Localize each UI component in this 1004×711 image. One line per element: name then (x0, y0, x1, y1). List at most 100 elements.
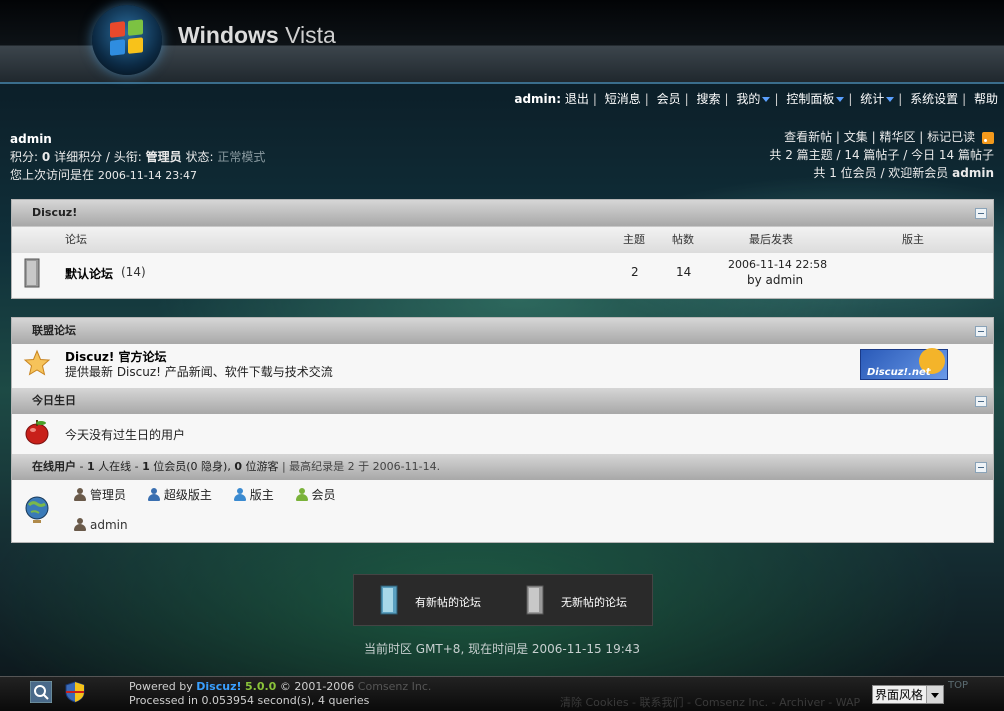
online-username-link[interactable]: admin (90, 518, 128, 532)
forum-panel-title[interactable]: Discuz! (32, 206, 77, 219)
site-logo-text[interactable]: Windows Vista (178, 22, 336, 49)
forum-row: 默认论坛 (14) 2 14 2006-11-14 22:58 by admin (12, 253, 993, 297)
discuz-brand-link[interactable]: Discuz! (196, 680, 241, 693)
chevron-down-icon[interactable] (926, 686, 943, 703)
control-panel-dropdown-icon[interactable] (836, 97, 845, 102)
member-summary: 共 1 位会员 / 欢迎新会员 (813, 166, 949, 180)
search-magnifier-icon[interactable] (29, 680, 53, 704)
online-mid: 人在线 - (98, 460, 143, 473)
birthday-text: 今天没有过生日的用户 (65, 428, 186, 442)
top-link[interactable]: TOP (948, 680, 968, 691)
league-panel-title: 联盟论坛 (32, 324, 76, 337)
globe-icon (23, 495, 51, 528)
newest-member-link[interactable]: admin (952, 166, 994, 180)
nav-search[interactable]: 搜索 (697, 92, 721, 106)
collapse-icon[interactable] (975, 462, 987, 473)
rss-icon[interactable] (982, 131, 994, 144)
view-new-posts-link[interactable]: 查看新帖 (784, 130, 832, 144)
collapse-icon[interactable] (975, 396, 987, 407)
online-record: | 最高纪录是 2 于 2006-11-14. (281, 460, 441, 473)
collapse-icon[interactable] (975, 208, 987, 219)
forum-door-icon (24, 258, 40, 288)
collapse-icon[interactable] (975, 326, 987, 337)
nav-logout[interactable]: 退出 (565, 92, 589, 106)
birthday-row: 今天没有过生日的用户 (12, 414, 993, 454)
online-end: 位游客 (245, 460, 279, 473)
processed-time: Processed in 0.053954 second(s), 4 queri… (129, 694, 370, 707)
title-value: 管理员 (145, 150, 182, 164)
discuz-version: 5.0.0 (245, 680, 277, 693)
legend-super-mod-label: 超级版主 (163, 488, 212, 502)
windows-logo-icon[interactable] (92, 5, 162, 75)
top-navigation: admin: 退出 | 短消息 | 会员 | 搜索 | 我的 | 控制面板 | 统计 | 系统… (514, 92, 998, 106)
footer-links[interactable]: 清除 Cookies - 联系我们 - Comsenz Inc. - Archi… (560, 694, 860, 710)
discuz-banner-text: Discuz!.net (867, 367, 931, 378)
forum-post-count: (14) (121, 265, 146, 279)
nav-settings[interactable]: 系统设置 (910, 92, 958, 106)
last-post-time-link[interactable]: 2006-11-14 22:58 (728, 258, 827, 271)
forum-name-link[interactable]: 默认论坛 (65, 265, 113, 282)
nav-stats[interactable]: 统计 (860, 92, 884, 106)
digest-link[interactable]: 文集 (844, 130, 868, 144)
user-info: admin 积分: 0 详细积分 / 头衔: 管理员 状态: 正常模式 您上次访… (10, 130, 266, 182)
online-user-admin[interactable]: admin (74, 518, 128, 532)
online-total: 1 (86, 460, 95, 473)
nav-my[interactable]: 我的 (736, 92, 760, 106)
style-select-value: 界面风格 (875, 688, 924, 702)
logo-product: Vista (285, 22, 336, 48)
no-new-posts-legend-label: 无新帖的论坛 (561, 596, 627, 609)
birthday-panel-header: 今日生日 (12, 388, 993, 414)
online-panel-title[interactable]: 在线用户 (32, 460, 76, 473)
legend-member: 会员 (295, 488, 336, 502)
user-name[interactable]: admin (10, 130, 265, 148)
comsenz-link[interactable]: Comsenz Inc. (358, 680, 432, 693)
col-topics: 主题 (623, 233, 645, 246)
col-moderator: 版主 (902, 233, 924, 246)
legend-mod: 版主 (233, 488, 274, 502)
new-posts-legend-label: 有新帖的论坛 (415, 596, 481, 609)
online-guests: 0 (234, 460, 242, 473)
legend-super-mod: 超级版主 (147, 488, 212, 502)
nav-messages[interactable]: 短消息 (605, 92, 641, 106)
league-panel-header: 联盟论坛 (12, 318, 993, 344)
birthday-panel-title: 今日生日 (32, 394, 76, 407)
style-select[interactable]: 界面风格 (872, 685, 944, 704)
online-members: 1 (142, 460, 150, 473)
site-header: Windows Vista (0, 0, 1004, 84)
last-visit-label: 您上次访问是在 (10, 168, 95, 182)
timezone-info: 当前时区 GMT+8, 现在时间是 2006-11-15 19:43 (363, 642, 641, 656)
detail-points-link[interactable]: 详细积分 (54, 150, 102, 164)
stats-dropdown-icon[interactable] (886, 97, 895, 102)
league-panel: 联盟论坛 Discuz! 官方论坛 提供最新 Discuz! 产品新闻、软件下载… (11, 317, 994, 543)
legend-mod-label: 版主 (249, 488, 274, 502)
last-post-author-link[interactable]: by admin (747, 273, 803, 287)
shield-icon[interactable] (64, 681, 86, 703)
online-panel-header: 在线用户 - 1 人在线 - 1 位会员(0 隐身), 0 位游客 | 最高纪录… (12, 454, 993, 480)
col-last-post: 最后发表 (749, 233, 793, 246)
status-mode-link[interactable]: 正常模式 (217, 150, 265, 164)
league-row: Discuz! 官方论坛 提供最新 Discuz! 产品新闻、软件下载与技术交流… (12, 344, 993, 388)
nav-username[interactable]: admin (514, 92, 556, 106)
mod-person-icon (233, 488, 246, 501)
mark-read-link[interactable]: 标记已读 (927, 130, 975, 144)
col-forum: 论坛 (65, 233, 87, 246)
apple-icon (24, 418, 50, 449)
my-dropdown-icon[interactable] (762, 97, 771, 102)
forum-panel-header: Discuz! (12, 200, 993, 226)
admin-person-icon (74, 518, 86, 531)
forum-icon-legend: 有新帖的论坛 无新帖的论坛 (353, 574, 653, 626)
points-label: 积分: (10, 150, 39, 164)
nav-members[interactable]: 会员 (657, 92, 681, 106)
nav-help[interactable]: 帮助 (974, 92, 998, 106)
discuz-banner-link[interactable]: Discuz!.net (860, 348, 948, 380)
copyright: © 2001-2006 (279, 680, 355, 693)
member-person-icon (295, 488, 308, 501)
new-posts-door-icon (380, 585, 398, 615)
stats-summary: 共 2 篇主题 / 14 篇帖子 / 今日 14 篇帖子 (769, 148, 994, 162)
legend-admin-label: 管理员 (90, 488, 127, 502)
league-forum-desc: 提供最新 Discuz! 产品新闻、软件下载与技术交流 (65, 365, 333, 379)
elite-link[interactable]: 精华区 (879, 130, 915, 144)
online-mid2: 位会员(0 隐身), (153, 460, 235, 473)
nav-control-panel[interactable]: 控制面板 (786, 92, 834, 106)
title-label: 头衔: (113, 150, 142, 164)
